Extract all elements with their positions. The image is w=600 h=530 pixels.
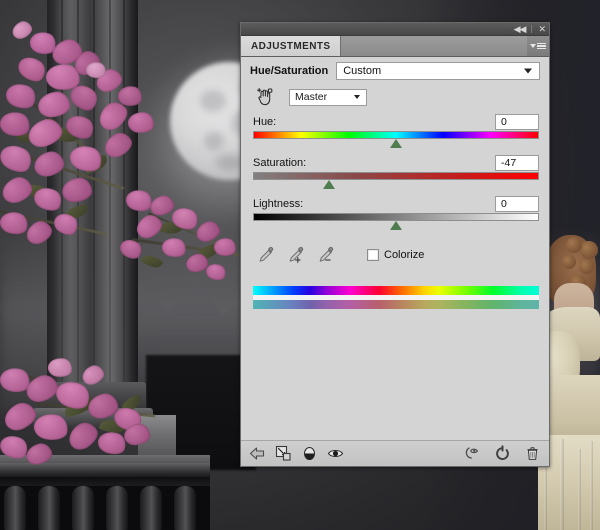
colorize-checkbox-row[interactable]: Colorize	[367, 249, 424, 261]
adjustment-header-row: Hue/Saturation Custom	[241, 57, 549, 84]
colorize-label: Colorize	[384, 249, 425, 261]
adjustments-panel[interactable]: ◀◀ ✕ ADJUSTMENTS Hue/Saturation Custom M…	[240, 22, 550, 467]
hue-slider-head: Hue: 0	[253, 112, 539, 131]
panel-menu-icon[interactable]	[527, 36, 549, 56]
panel-titlebar: ◀◀ ✕	[241, 23, 549, 36]
preset-select-value: Custom	[343, 65, 382, 77]
return-to-adjustment-list-button[interactable]	[249, 445, 266, 462]
close-icon[interactable]: ✕	[538, 24, 545, 34]
page-title: Hue/Saturation	[250, 65, 329, 77]
toggle-layer-visibility-button[interactable]	[327, 445, 344, 462]
chevron-down-icon	[524, 68, 532, 74]
add-to-sample-eyedropper[interactable]	[287, 246, 305, 264]
footer-left-group	[249, 445, 344, 462]
tab-adjustments[interactable]: ADJUSTMENTS	[241, 36, 342, 56]
saturation-slider-track[interactable]	[253, 172, 539, 180]
on-image-adjustment-hand-icon[interactable]	[255, 87, 275, 107]
clip-to-layer-button[interactable]	[275, 445, 292, 462]
tab-adjustments-label: ADJUSTMENTS	[251, 40, 331, 52]
saturation-value-input[interactable]: -47	[495, 154, 539, 171]
saturation-slider-group: Saturation: -47	[241, 150, 549, 191]
spectrum-adjusted-bar	[253, 300, 539, 309]
hue-slider-thumb[interactable]	[390, 139, 402, 148]
titlebar-divider	[531, 25, 533, 33]
saturation-thumb-wrap	[253, 180, 539, 191]
panel-tabstrip: ADJUSTMENTS	[241, 36, 549, 57]
panel-menu-triangle-icon	[530, 44, 536, 48]
channel-row: Master	[241, 84, 549, 109]
panel-body: Hue/Saturation Custom Master Hue: 0 Satu…	[241, 57, 549, 309]
hue-value-input[interactable]: 0	[495, 113, 539, 130]
saturation-slider-head: Saturation: -47	[253, 153, 539, 172]
collapse-to-icons-icon[interactable]: ◀◀	[514, 24, 527, 34]
saturation-slider-thumb[interactable]	[322, 180, 335, 189]
footer-right-group	[464, 445, 541, 462]
channel-select[interactable]: Master	[289, 88, 367, 106]
lightness-value-input[interactable]: 0	[495, 195, 539, 212]
saturation-value: -47	[501, 156, 517, 169]
lightness-slider-group: Lightness: 0	[241, 191, 549, 232]
lightness-label: Lightness:	[253, 197, 304, 210]
balustrade-rail-shade	[0, 463, 210, 477]
colorize-checkbox[interactable]	[367, 249, 379, 261]
lightness-slider-track[interactable]	[253, 213, 539, 221]
tabstrip-filler	[341, 36, 527, 56]
panel-menu-lines-icon	[537, 42, 546, 50]
hue-label: Hue:	[253, 115, 277, 128]
subtract-from-sample-eyedropper[interactable]	[317, 246, 335, 264]
preset-select[interactable]: Custom	[336, 62, 540, 80]
toggle-layer-mask-button[interactable]	[301, 445, 318, 462]
hue-slider-track[interactable]	[253, 131, 539, 139]
balusters	[0, 486, 210, 530]
spectrum-original-bar	[253, 286, 539, 295]
sample-color-eyedropper[interactable]	[257, 246, 275, 264]
spectrum-preview	[241, 268, 549, 309]
chevron-down-icon	[354, 95, 360, 99]
lightness-slider-thumb[interactable]	[390, 221, 402, 230]
lightness-value: 0	[501, 197, 507, 210]
panel-footer	[241, 440, 549, 466]
hue-value: 0	[501, 115, 507, 128]
delete-adjustment-layer-button[interactable]	[524, 445, 541, 462]
lightness-thumb-wrap	[253, 221, 539, 232]
view-previous-state-button[interactable]	[464, 445, 481, 462]
channel-select-value: Master	[295, 91, 328, 103]
hue-thumb-wrap	[253, 139, 539, 150]
reset-adjustment-button[interactable]	[494, 445, 511, 462]
screenshot-root: ◀◀ ✕ ADJUSTMENTS Hue/Saturation Custom M…	[0, 0, 600, 530]
lightness-slider-head: Lightness: 0	[253, 194, 539, 213]
eyedropper-row: Colorize	[241, 232, 549, 268]
saturation-label: Saturation:	[253, 156, 307, 169]
hue-slider-group: Hue: 0	[241, 109, 549, 150]
